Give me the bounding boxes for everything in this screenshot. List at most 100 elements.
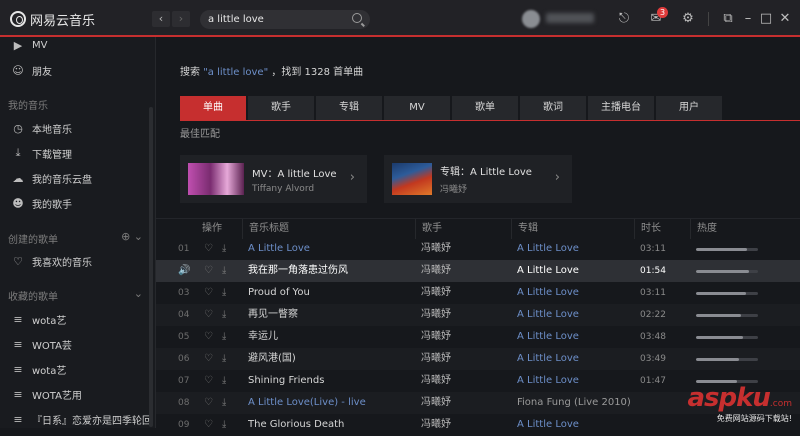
minimize-icon[interactable]: –	[740, 11, 756, 27]
song-title[interactable]: 我在那一角落患过伤风	[248, 260, 413, 282]
song-title[interactable]: 再见一瞥察	[248, 304, 413, 326]
song-album[interactable]: A Little Love	[517, 238, 637, 260]
like-heart-icon[interactable]: ♡	[204, 238, 213, 260]
like-heart-icon[interactable]: ♡	[204, 304, 213, 326]
tab-songs[interactable]: 单曲	[180, 96, 246, 120]
sidebar-item-label: MV	[32, 40, 47, 51]
like-heart-icon[interactable]: ♡	[204, 260, 213, 282]
download-icon[interactable]: ⤓	[222, 414, 226, 436]
song-artist[interactable]: 冯曦妤	[421, 326, 506, 348]
sidebar-item-friends[interactable]: ☺ 朋友	[12, 62, 52, 78]
like-heart-icon[interactable]: ♡	[204, 414, 213, 436]
sidebar-playlist-item[interactable]: ≡ wota艺	[12, 311, 66, 327]
download-icon[interactable]: ⤓	[222, 392, 226, 414]
col-duration[interactable]: 时长	[634, 219, 661, 239]
song-artist[interactable]: 冯曦妤	[421, 348, 506, 370]
sidebar-item-downloads[interactable]: ⤓ 下载管理	[12, 145, 72, 161]
download-icon[interactable]: ⤓	[222, 260, 226, 282]
song-duration: 03:49	[640, 348, 666, 370]
mini-mode-icon[interactable]: ⧉	[720, 11, 736, 27]
download-icon[interactable]: ⤓	[222, 304, 226, 326]
playlist-icon: ≡	[12, 363, 24, 376]
sidebar-item-mv[interactable]: ▶ MV	[12, 37, 47, 53]
table-row[interactable]: 06 ♡ ⤓ 避风港(国) 冯曦妤 A Little Love 03:49	[156, 348, 800, 370]
best-match-album-card[interactable]: 专辑：A Little Love 冯曦妤 ›	[384, 155, 572, 203]
download-icon[interactable]: ⤓	[222, 348, 226, 370]
heat-bar	[696, 248, 758, 251]
tab-mv[interactable]: MV	[384, 96, 450, 120]
song-title[interactable]: 避风港(国)	[248, 348, 413, 370]
download-icon[interactable]: ⤓	[222, 282, 226, 304]
add-playlist-icon[interactable]: ⊕ ⌄	[121, 230, 143, 243]
sidebar-playlist-item[interactable]: ≡ 『日系』恋爱亦是四季轮回	[12, 411, 152, 427]
song-title[interactable]: A Little Love	[248, 238, 413, 260]
col-album[interactable]: 专辑	[511, 219, 538, 239]
table-row[interactable]: 03 ♡ ⤓ Proud of You 冯曦妤 A Little Love 03…	[156, 282, 800, 304]
maximize-icon[interactable]: □	[758, 11, 774, 27]
song-title[interactable]: The Glorious Death	[248, 414, 413, 436]
search-icon[interactable]	[352, 13, 362, 23]
collapse-chevron-icon[interactable]: ⌄	[134, 287, 143, 300]
song-artist[interactable]: 冯曦妤	[421, 282, 506, 304]
song-album[interactable]: A Little Love	[517, 370, 637, 392]
download-icon[interactable]: ⤓	[222, 370, 226, 392]
sidebar-item-local-music[interactable]: ◷ 本地音乐	[12, 120, 72, 136]
song-artist[interactable]: 冯曦妤	[421, 304, 506, 326]
like-heart-icon[interactable]: ♡	[204, 348, 213, 370]
song-title[interactable]: 幸运儿	[248, 326, 413, 348]
song-album[interactable]: A Little Love	[517, 414, 637, 436]
song-artist[interactable]: 冯曦妤	[421, 414, 506, 436]
close-icon[interactable]: ✕	[777, 11, 793, 27]
download-icon[interactable]: ⤓	[222, 326, 226, 348]
like-heart-icon[interactable]: ♡	[204, 370, 213, 392]
user-avatar[interactable]	[522, 10, 540, 28]
col-heat[interactable]: 热度	[690, 219, 717, 239]
song-title[interactable]: A Little Love(Live) - live	[248, 392, 413, 414]
col-title[interactable]: 音乐标题	[242, 219, 289, 239]
best-match-mv-card[interactable]: MV：A little Love Tiffany Alvord ›	[180, 155, 367, 203]
sidebar-playlist-item[interactable]: ≡ wota艺	[12, 361, 66, 377]
download-icon[interactable]: ⤓	[222, 238, 226, 260]
tab-users[interactable]: 用户	[656, 96, 722, 120]
forward-button[interactable]: ›	[172, 11, 190, 27]
tab-radio[interactable]: 主播电台	[588, 96, 654, 120]
song-artist[interactable]: 冯曦妤	[421, 392, 506, 414]
table-row[interactable]: 01 ♡ ⤓ A Little Love 冯曦妤 A Little Love 0…	[156, 238, 800, 260]
like-heart-icon[interactable]: ♡	[204, 282, 213, 304]
tab-lyrics[interactable]: 歌词	[520, 96, 586, 120]
table-row[interactable]: 05 ♡ ⤓ 幸运儿 冯曦妤 A Little Love 03:48	[156, 326, 800, 348]
song-title[interactable]: Proud of You	[248, 282, 413, 304]
song-album[interactable]: Fiona Fung (Live 2010)	[517, 392, 637, 414]
sidebar-item-cloud[interactable]: ☁ 我的音乐云盘	[12, 170, 92, 186]
sidebar-item-label: 我喜欢的音乐	[32, 254, 92, 269]
song-album[interactable]: A Little Love	[517, 260, 637, 282]
sidebar-item-my-singers[interactable]: ☻ 我的歌手	[12, 195, 72, 211]
song-artist[interactable]: 冯曦妤	[421, 370, 506, 392]
sidebar-playlist-item[interactable]: ≡ WOTA艺用	[12, 386, 82, 402]
app-logo[interactable]: 网易云音乐	[10, 10, 95, 28]
search-input[interactable]: a little love	[208, 14, 264, 25]
tab-albums[interactable]: 专辑	[316, 96, 382, 120]
table-row[interactable]: 04 ♡ ⤓ 再见一瞥察 冯曦妤 A Little Love 02:22	[156, 304, 800, 326]
song-album[interactable]: A Little Love	[517, 282, 637, 304]
like-heart-icon[interactable]: ♡	[204, 392, 213, 414]
tab-playlists[interactable]: 歌单	[452, 96, 518, 120]
user-name[interactable]	[546, 13, 594, 23]
sidebar-item-liked-music[interactable]: ♡ 我喜欢的音乐	[12, 253, 92, 269]
back-button[interactable]: ‹	[152, 11, 170, 27]
sidebar-playlist-item[interactable]: ≡ WOTA芸	[12, 336, 72, 352]
table-row-playing[interactable]: 🔊 ♡ ⤓ 我在那一角落患过伤风 冯曦妤 A Little Love 01:54	[156, 260, 800, 282]
song-album[interactable]: A Little Love	[517, 304, 637, 326]
tab-artists[interactable]: 歌手	[248, 96, 314, 120]
skin-tshirt-icon[interactable]: ⎋	[616, 11, 632, 27]
song-album[interactable]: A Little Love	[517, 348, 637, 370]
search-box[interactable]: a little love	[200, 10, 370, 29]
col-artist[interactable]: 歌手	[415, 219, 442, 239]
like-heart-icon[interactable]: ♡	[204, 326, 213, 348]
settings-gear-icon[interactable]: ⚙	[680, 11, 696, 27]
song-artist[interactable]: 冯曦妤	[421, 260, 506, 282]
sidebar-scrollbar[interactable]	[149, 107, 153, 427]
song-artist[interactable]: 冯曦妤	[421, 238, 506, 260]
song-title[interactable]: Shining Friends	[248, 370, 413, 392]
song-album[interactable]: A Little Love	[517, 326, 637, 348]
